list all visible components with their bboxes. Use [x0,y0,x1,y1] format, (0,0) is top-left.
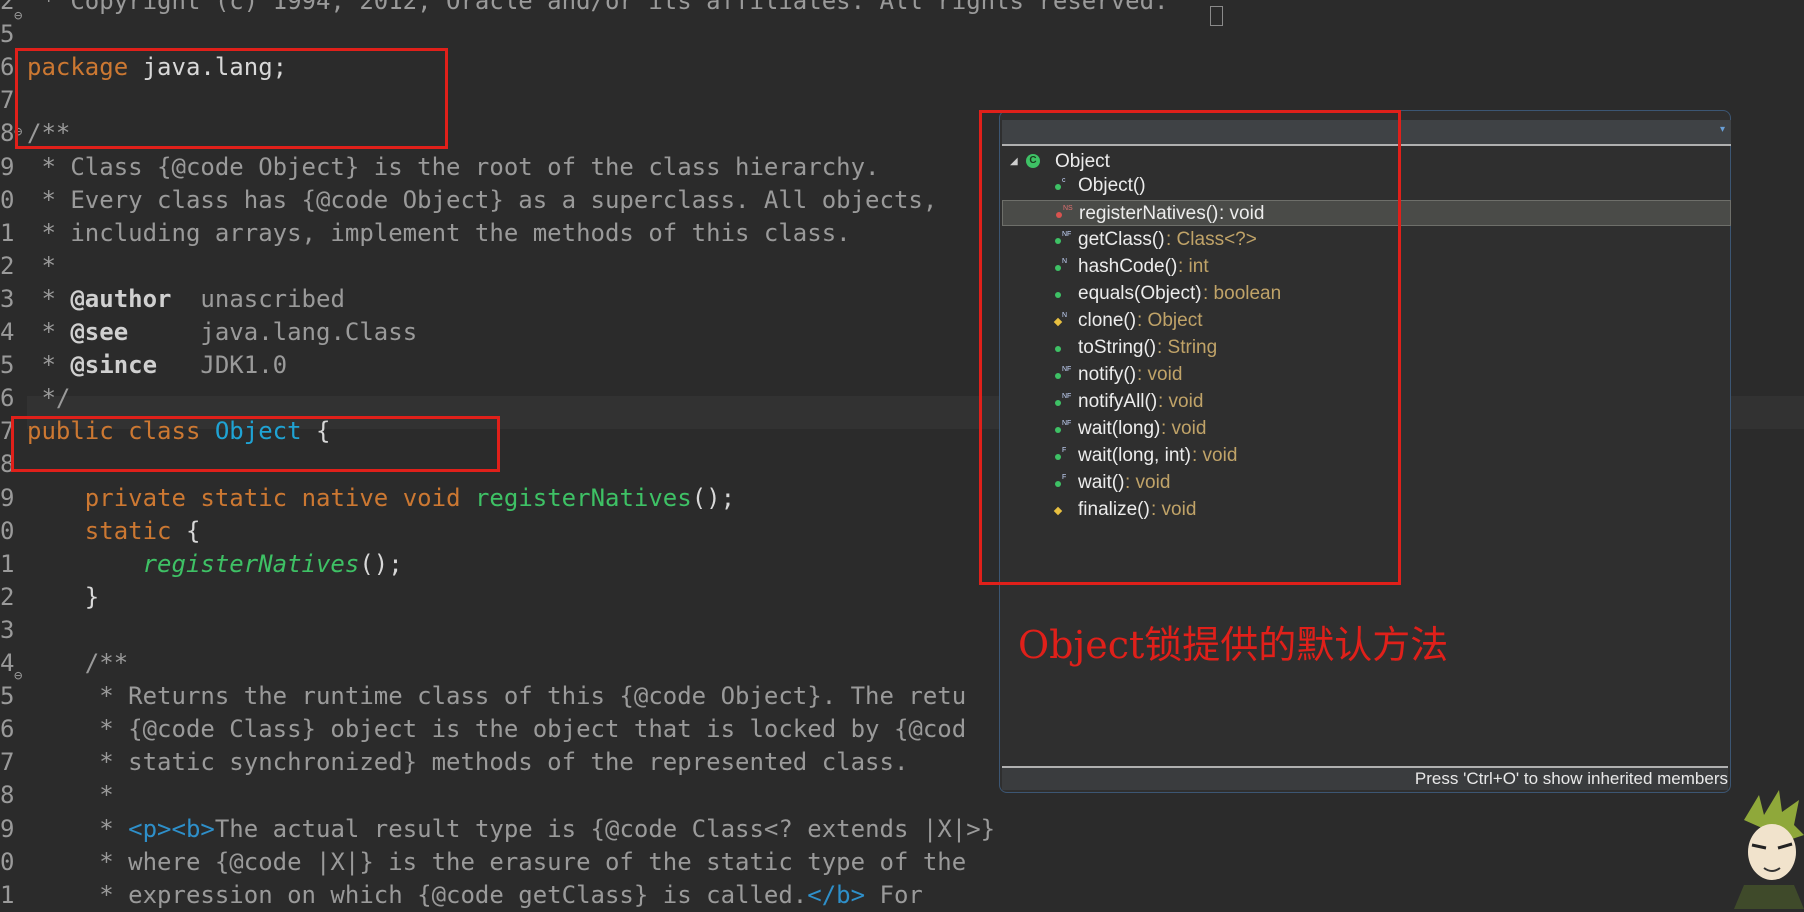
line-number: 6 [0,384,14,413]
code-line[interactable]: static { [27,515,201,548]
line-number: 1 [0,218,14,247]
code-line[interactable]: * {@code Class} object is the object tha… [27,713,966,746]
line-number: 8 [0,119,14,148]
line-number: 4 [0,318,14,346]
fold-marker-icon[interactable]: ⊖ [14,0,22,33]
code-line[interactable]: * expression on which {@code getClass} i… [27,879,923,912]
code-line[interactable]: * Copyright (c) 1994, 2012, Oracle and/o… [27,0,1168,18]
line-number: 2 [0,251,14,280]
highlight-box-class-decl [11,416,500,472]
line-number: 5 [0,351,14,380]
mascot-avatar [1734,790,1804,909]
line-number: 6 [0,715,14,744]
folded-block-icon[interactable] [1210,6,1223,26]
code-line[interactable]: * Class {@code Object} is the root of th… [27,151,879,184]
line-number: 1 [0,549,14,578]
code-line[interactable]: * [27,250,55,283]
code-line[interactable]: registerNatives(); [27,548,403,581]
code-line[interactable]: * <p><b>The actual result type is {@code… [27,813,995,846]
annotation-text: Object锁提供的默认方法 [1018,623,1449,667]
line-number: 2 [0,0,14,15]
line-number: 5 [0,682,14,711]
code-line[interactable]: * static synchronized} methods of the re… [27,746,908,779]
line-number: 3 [0,284,14,313]
line-number: 4 [0,649,14,677]
code-line[interactable]: * Every class has {@code Object} as a su… [27,184,937,217]
outline-footer-hint: Press 'Ctrl+O' to show inherited members [1002,766,1728,790]
menu-arrow-icon[interactable]: ▾ [1720,124,1725,135]
line-number: 6 [0,53,14,82]
code-line[interactable]: * @see java.lang.Class [27,316,417,349]
code-line[interactable]: * including arrays, implement the method… [27,217,850,250]
code-line[interactable]: private static native void registerNativ… [27,482,735,515]
line-number: 0 [0,847,14,876]
highlight-box-methods [979,110,1401,585]
line-number: 1 [0,880,14,909]
line-number: 9 [0,483,14,512]
code-line[interactable]: */ [27,382,70,415]
code-line[interactable]: } [27,581,99,614]
code-line[interactable]: * @author unascribed [27,283,344,316]
line-number: 7 [0,748,14,777]
highlight-box-package [15,48,448,149]
line-number: 0 [0,185,14,214]
line-number: 3 [0,615,14,644]
code-line[interactable]: * [27,779,113,812]
code-line[interactable]: * Returns the runtime class of this {@co… [27,680,966,713]
code-line[interactable]: * @since JDK1.0 [27,349,287,382]
line-number: 0 [0,516,14,545]
line-number: 5 [0,20,14,49]
fold-marker-icon[interactable]: ⊖ [14,660,22,693]
code-line[interactable]: /** [27,647,128,680]
code-line[interactable]: * where {@code |X|} is the erasure of th… [27,846,966,879]
line-number: 2 [0,582,14,611]
line-number: 8 [0,781,14,810]
line-number: 9 [0,814,14,843]
line-number: 9 [0,152,14,181]
line-number: 7 [0,86,14,115]
